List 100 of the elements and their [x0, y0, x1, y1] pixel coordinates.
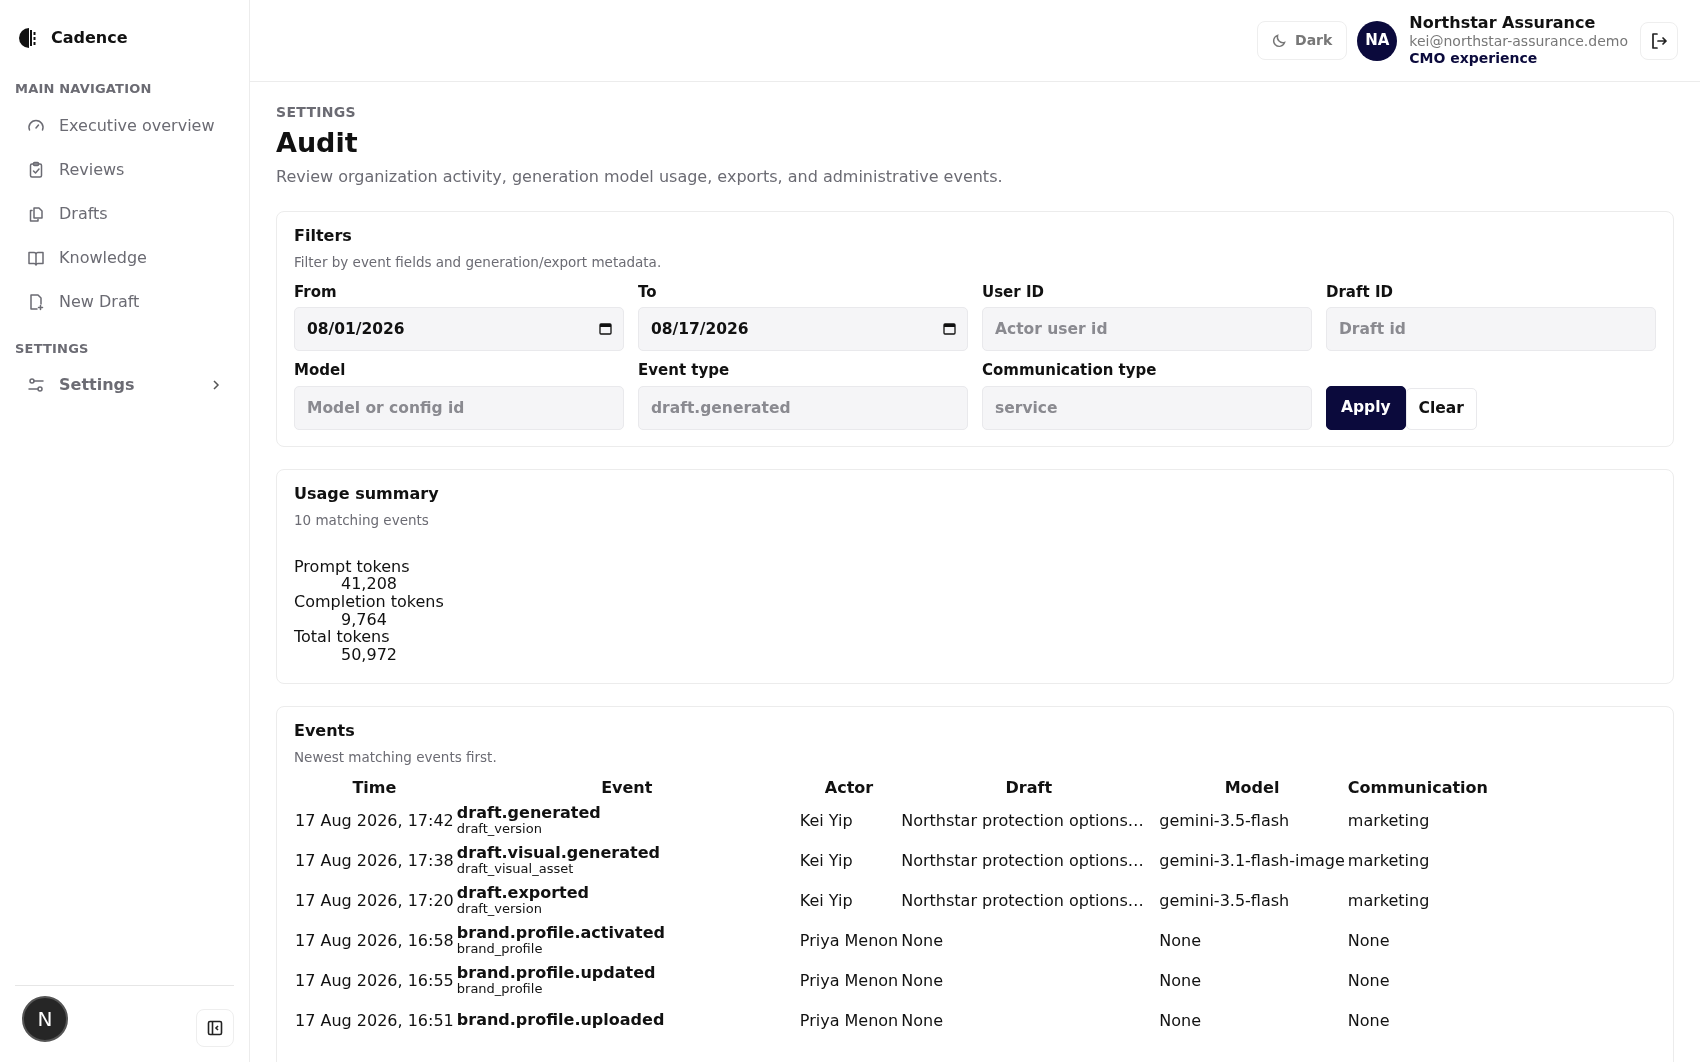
calendar-icon[interactable]: [943, 322, 956, 336]
sidebar-item[interactable]: New Draft: [15, 280, 234, 323]
metric-value: 41,208: [341, 575, 398, 594]
model-cell: None: [1159, 970, 1201, 990]
model-cell: gemini-3.1-flash-image: [1159, 850, 1345, 870]
metric-label: Prompt tokens: [294, 557, 411, 576]
text-field[interactable]: Actor user id: [982, 307, 1312, 352]
time-cell: 17 Aug 2026, 17:20: [295, 890, 454, 910]
event-name: brand.profile.updated: [456, 964, 657, 982]
draft-cell: Northstar protection options…: [901, 850, 1144, 870]
communication-cell: None: [1347, 970, 1390, 990]
draft-cell: Northstar protection options…: [901, 810, 1144, 830]
card-subtitle: 10 matching events: [294, 510, 430, 530]
metric-label: Total tokens: [294, 628, 391, 646]
event-name: draft.exported: [456, 884, 591, 902]
event-entity: draft_version: [456, 821, 542, 837]
card-subtitle: Newest matching events first.: [294, 748, 498, 768]
dev-tools-badge[interactable]: N: [22, 996, 68, 1042]
event-entity: brand_profile: [456, 981, 543, 997]
column-header: Communication: [1347, 776, 1488, 799]
field-label: User ID: [982, 281, 1045, 303]
column-header: Event: [600, 776, 654, 799]
field-label: Communication type: [982, 360, 1158, 382]
field-label: Event type: [638, 360, 731, 382]
sidebar-collapse-icon: [207, 1020, 223, 1036]
event-entity: brand_profile: [456, 941, 543, 957]
collapse-sidebar-button[interactable]: [196, 1009, 234, 1047]
actor-cell: Priya Menon: [799, 930, 899, 950]
logout-icon: [1650, 31, 1668, 50]
actor-cell: Priya Menon: [799, 970, 899, 990]
logout-button[interactable]: [1640, 21, 1678, 60]
clear-button[interactable]: Clear: [1405, 387, 1477, 430]
column-header: Draft: [1004, 776, 1054, 799]
model-cell: gemini-3.5-flash: [1159, 810, 1290, 830]
card-subtitle: Filter by event fields and generation/export metadata.: [294, 253, 663, 273]
event-name: draft.generated: [456, 804, 602, 822]
draft-cell: None: [901, 970, 943, 990]
actor-cell: Priya Menon: [799, 1010, 899, 1030]
file-plus-icon: [27, 292, 45, 311]
column-header: Model: [1223, 776, 1281, 799]
sliders-icon: [27, 376, 45, 394]
event-name: brand.profile.activated: [456, 924, 667, 942]
event-entity: draft_visual_asset: [456, 861, 574, 877]
time-cell: 17 Aug 2026, 17:38: [295, 850, 454, 870]
page-title: Audit: [276, 127, 359, 160]
sidebar-item[interactable]: Settings: [15, 364, 234, 406]
communication-cell: None: [1347, 1010, 1390, 1030]
logo-icon: [19, 26, 39, 49]
card-title: Usage summary: [294, 482, 440, 505]
communication-cell: marketing: [1347, 810, 1430, 830]
sidebar-item[interactable]: Drafts: [15, 192, 234, 235]
text-field[interactable]: Draft id: [1326, 307, 1656, 352]
app-name: Cadence: [51, 26, 128, 49]
date-field[interactable]: 08/01/2026: [294, 307, 624, 352]
model-cell: None: [1159, 1010, 1201, 1030]
model-cell: None: [1159, 930, 1201, 950]
time-cell: 17 Aug 2026, 17:42: [295, 810, 454, 830]
event-name: draft.visual.generated: [456, 844, 661, 862]
metric-value: 50,972: [341, 645, 398, 664]
calendar-icon[interactable]: [599, 322, 612, 336]
text-field[interactable]: draft.generated: [638, 385, 968, 430]
user-avatar: NA: [1357, 20, 1398, 61]
communication-cell: None: [1347, 930, 1390, 950]
sidebar-item[interactable]: Executive overview: [15, 104, 234, 147]
metric-value: 9,764: [341, 610, 388, 629]
moon-icon: [1272, 33, 1288, 48]
metric-label: Completion tokens: [294, 593, 445, 611]
actor-cell: Kei Yip: [799, 890, 853, 910]
field-label: To: [638, 281, 658, 303]
page-eyebrow: SETTINGS: [276, 103, 357, 122]
user-role: CMO experience: [1409, 50, 1539, 68]
date-field[interactable]: 08/17/2026: [638, 307, 968, 352]
text-field[interactable]: service: [982, 385, 1312, 430]
section-label: SETTINGS: [15, 339, 90, 358]
model-cell: gemini-3.5-flash: [1159, 890, 1290, 910]
actor-cell: Kei Yip: [799, 810, 853, 830]
field-label: Model: [294, 360, 347, 382]
column-header: Actor: [823, 776, 875, 799]
page-description: Review organization activity, generation model usage, exports, and administrative events.: [276, 166, 1004, 189]
communication-cell: marketing: [1347, 890, 1430, 910]
draft-cell: Northstar protection options…: [901, 890, 1144, 910]
text-field[interactable]: Model or config id: [294, 385, 624, 430]
sidebar-item[interactable]: Knowledge: [15, 236, 234, 279]
column-header: Time: [351, 776, 398, 799]
sidebar-item[interactable]: Reviews: [15, 148, 234, 191]
clipboard-check-icon: [27, 160, 45, 179]
field-label: Draft ID: [1326, 281, 1394, 303]
draft-cell: None: [901, 930, 943, 950]
event-entity: draft_version: [456, 901, 542, 917]
event-name: brand.profile.uploaded: [456, 1012, 666, 1030]
documents-icon: [27, 204, 45, 223]
card-title: Events: [294, 720, 356, 743]
field-label: From: [294, 281, 338, 303]
time-cell: 17 Aug 2026, 16:51: [295, 1010, 454, 1030]
apply-button[interactable]: Apply: [1326, 385, 1406, 430]
theme-toggle-button[interactable]: Dark: [1257, 21, 1348, 60]
user-email: kei@northstar-assurance.demo: [1409, 32, 1628, 51]
section-label: MAIN NAVIGATION: [15, 80, 153, 98]
communication-cell: marketing: [1347, 850, 1430, 870]
user-name: Northstar Assurance: [1409, 13, 1597, 33]
